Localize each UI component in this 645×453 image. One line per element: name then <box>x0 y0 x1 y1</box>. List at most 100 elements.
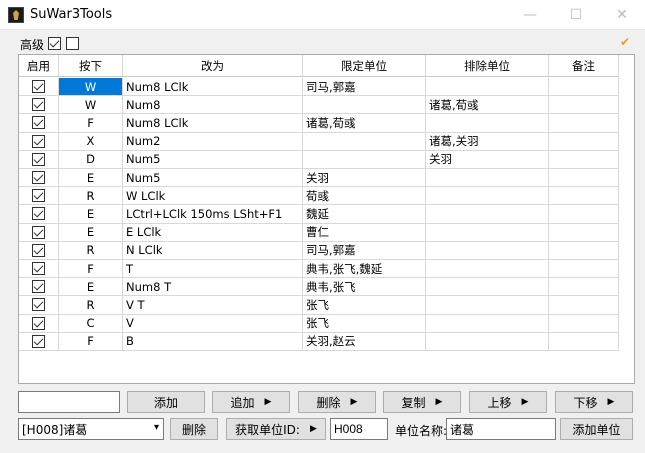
change-to-cell[interactable]: Num8 LClk <box>123 78 303 96</box>
enabled-cell[interactable] <box>19 169 59 187</box>
table-row[interactable]: D Num5 关羽 <box>19 150 619 169</box>
table-row[interactable]: RN LClk 司马,郭嘉 <box>19 241 619 260</box>
enabled-checkbox[interactable] <box>32 225 45 239</box>
enabled-cell[interactable] <box>19 78 59 96</box>
table-row[interactable]: W Num8 LClk 司马,郭嘉 <box>19 78 619 97</box>
note-cell[interactable] <box>549 169 619 187</box>
press-key-cell[interactable]: F <box>59 114 123 132</box>
limit-unit-cell[interactable]: 张飞 <box>303 296 426 314</box>
minimize-button[interactable]: — <box>507 0 553 30</box>
maximize-button[interactable]: ☐ <box>553 0 599 30</box>
unit-id-field[interactable] <box>330 418 388 440</box>
enabled-cell[interactable] <box>19 241 59 259</box>
delete-unit-button[interactable]: 删除 <box>170 418 218 440</box>
limit-unit-cell[interactable]: 典韦,张飞 <box>303 278 426 296</box>
exclude-unit-cell[interactable] <box>426 223 549 241</box>
note-cell[interactable] <box>549 223 619 241</box>
enabled-cell[interactable] <box>19 223 59 241</box>
table-row[interactable]: F Num8 LClk 诸葛,荀彧 <box>19 114 619 133</box>
advanced-checkbox-2[interactable] <box>66 37 79 50</box>
enabled-cell[interactable] <box>19 187 59 205</box>
exclude-unit-cell[interactable] <box>426 169 549 187</box>
change-to-cell[interactable]: V T <box>123 296 303 314</box>
enabled-checkbox[interactable] <box>32 207 45 221</box>
header-limit-unit[interactable]: 限定单位 <box>303 55 426 76</box>
unit-select[interactable]: [H008]诸葛 ▾ <box>18 418 164 440</box>
enabled-cell[interactable] <box>19 150 59 168</box>
enabled-cell[interactable] <box>19 205 59 223</box>
header-change-to[interactable]: 改为 <box>123 55 303 76</box>
table-row[interactable]: RV T 张飞 <box>19 296 619 315</box>
limit-unit-cell[interactable]: 荀彧 <box>303 187 426 205</box>
table-row[interactable]: E LCtrl+LClk 150ms LSht+F1 魏延 <box>19 205 619 224</box>
limit-unit-cell[interactable]: 司马,郭嘉 <box>303 241 426 259</box>
exclude-unit-cell[interactable]: 关羽 <box>426 150 549 168</box>
change-to-cell[interactable]: Num8 T <box>123 278 303 296</box>
change-to-cell[interactable]: W LClk <box>123 187 303 205</box>
move-up-button[interactable]: 上移 ▶ <box>469 391 547 413</box>
key-mapping-grid[interactable]: 启用 按下 改为 限定单位 排除单位 备注 W Num8 LClk 司马,郭嘉 W Nu… <box>18 54 635 384</box>
enabled-checkbox[interactable] <box>32 316 45 330</box>
enabled-checkbox[interactable] <box>32 298 45 312</box>
exclude-unit-cell[interactable] <box>426 314 549 332</box>
table-row[interactable]: C V 张飞 <box>19 314 619 333</box>
enabled-cell[interactable] <box>19 114 59 132</box>
table-row[interactable]: E Num5 关羽 <box>19 169 619 188</box>
exclude-unit-cell[interactable] <box>426 278 549 296</box>
header-enabled[interactable]: 启用 <box>19 55 59 76</box>
enabled-checkbox[interactable] <box>32 152 45 166</box>
press-key-cell[interactable]: R <box>59 296 123 314</box>
limit-unit-cell[interactable]: 魏延 <box>303 205 426 223</box>
enabled-checkbox[interactable] <box>32 334 45 348</box>
press-key-cell[interactable]: X <box>59 132 123 150</box>
unit-name-field[interactable] <box>446 418 556 440</box>
exclude-unit-cell[interactable]: 诸葛,荀彧 <box>426 96 549 114</box>
change-to-cell[interactable]: Num2 <box>123 132 303 150</box>
enabled-checkbox[interactable] <box>32 243 45 257</box>
note-cell[interactable] <box>549 241 619 259</box>
exclude-unit-cell[interactable] <box>426 205 549 223</box>
exclude-unit-cell[interactable] <box>426 332 549 350</box>
note-cell[interactable] <box>549 205 619 223</box>
press-key-cell[interactable]: F <box>59 260 123 278</box>
limit-unit-cell[interactable]: 典韦,张飞,魏延 <box>303 260 426 278</box>
enabled-checkbox[interactable] <box>32 189 45 203</box>
table-row[interactable]: X Num2 诸葛,关羽 <box>19 132 619 151</box>
limit-unit-cell[interactable] <box>303 132 426 150</box>
change-to-cell[interactable]: V <box>123 314 303 332</box>
limit-unit-cell[interactable]: 关羽,赵云 <box>303 332 426 350</box>
enabled-checkbox[interactable] <box>32 262 45 276</box>
note-cell[interactable] <box>549 314 619 332</box>
note-cell[interactable] <box>549 150 619 168</box>
copy-button[interactable]: 复制 ▶ <box>383 391 461 413</box>
note-cell[interactable] <box>549 296 619 314</box>
table-row[interactable]: E Num8 T 典韦,张飞 <box>19 278 619 297</box>
change-to-cell[interactable]: Num5 <box>123 169 303 187</box>
move-down-button[interactable]: 下移 ▶ <box>555 391 633 413</box>
table-row[interactable]: RW LClk 荀彧 <box>19 187 619 206</box>
table-row[interactable]: W Num8 诸葛,荀彧 <box>19 96 619 115</box>
enabled-cell[interactable] <box>19 260 59 278</box>
press-key-cell[interactable]: F <box>59 332 123 350</box>
limit-unit-cell[interactable]: 司马,郭嘉 <box>303 78 426 96</box>
press-key-cell[interactable]: W <box>59 78 123 96</box>
note-cell[interactable] <box>549 96 619 114</box>
enabled-cell[interactable] <box>19 132 59 150</box>
limit-unit-cell[interactable]: 诸葛,荀彧 <box>303 114 426 132</box>
header-note[interactable]: 备注 <box>549 55 619 76</box>
add-unit-button[interactable]: 添加单位 <box>560 418 633 440</box>
exclude-unit-cell[interactable]: 诸葛,关羽 <box>426 132 549 150</box>
press-key-cell[interactable]: D <box>59 150 123 168</box>
change-to-cell[interactable]: E LClk <box>123 223 303 241</box>
table-row[interactable]: F T 典韦,张飞,魏延 <box>19 260 619 279</box>
add-button[interactable]: 添加 <box>127 391 205 413</box>
advanced-checkbox-1[interactable] <box>48 37 61 50</box>
get-unit-id-button[interactable]: 获取单位ID: ▶ <box>226 418 326 440</box>
enabled-cell[interactable] <box>19 314 59 332</box>
enabled-cell[interactable] <box>19 332 59 350</box>
press-key-cell[interactable]: R <box>59 187 123 205</box>
change-to-cell[interactable]: N LClk <box>123 241 303 259</box>
enabled-checkbox[interactable] <box>32 98 45 112</box>
press-key-cell[interactable]: E <box>59 205 123 223</box>
enabled-cell[interactable] <box>19 96 59 114</box>
